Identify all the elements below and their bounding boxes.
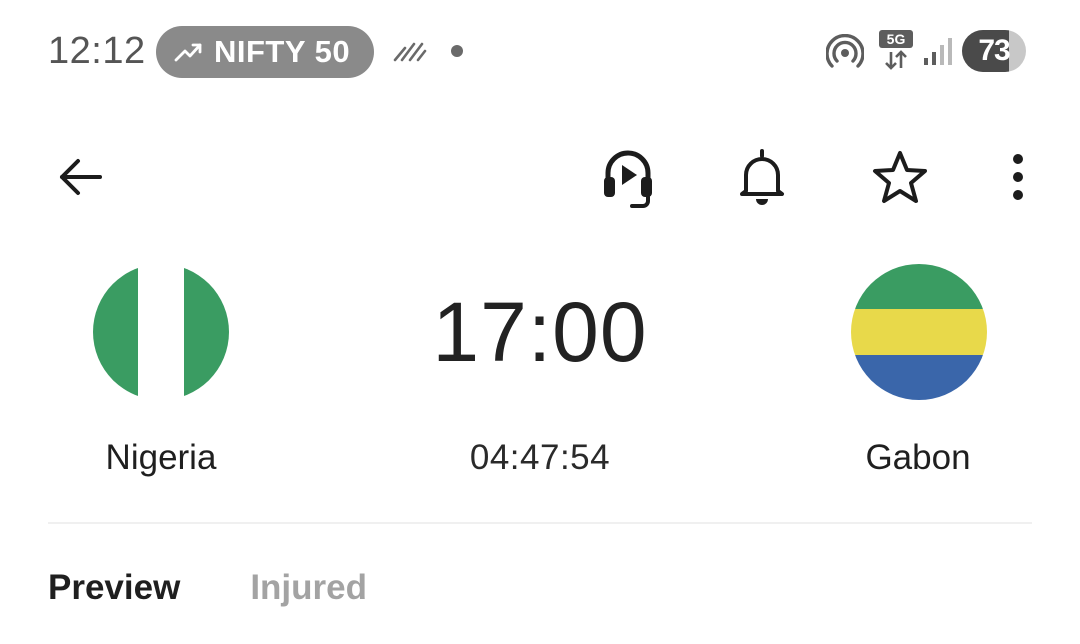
network-label: 5G bbox=[879, 30, 913, 48]
favorite-button[interactable] bbox=[860, 132, 940, 222]
flag-stripe bbox=[138, 264, 184, 400]
trending-up-icon bbox=[174, 43, 202, 62]
battery-indicator: 73 bbox=[962, 30, 1026, 72]
arrow-left-icon bbox=[60, 159, 102, 195]
flag-stripe bbox=[93, 264, 139, 400]
star-icon bbox=[873, 151, 927, 203]
status-bar: 12:12 NIFTY 50 5G 73 bbox=[0, 0, 1080, 104]
hotspot-icon bbox=[826, 34, 864, 68]
tab-preview[interactable]: Preview bbox=[48, 568, 180, 618]
notifications-button[interactable] bbox=[722, 132, 802, 222]
flag-stripe bbox=[851, 309, 987, 355]
headset-icon bbox=[604, 150, 652, 208]
home-team-flag[interactable] bbox=[93, 264, 229, 400]
tab-injured[interactable]: Injured bbox=[250, 568, 367, 618]
live-audio-button[interactable] bbox=[588, 132, 668, 222]
ticker-label: NIFTY 50 bbox=[214, 34, 351, 69]
status-time: 12:12 bbox=[48, 30, 146, 72]
back-button[interactable] bbox=[40, 132, 120, 222]
flag-stripe bbox=[851, 354, 987, 400]
signal-icon bbox=[924, 38, 952, 65]
flag-stripe bbox=[851, 264, 987, 310]
ticker-chip[interactable]: NIFTY 50 bbox=[156, 26, 374, 78]
bell-icon bbox=[740, 149, 784, 205]
more-vertical-icon bbox=[1013, 154, 1023, 200]
data-arrows-icon bbox=[885, 50, 907, 70]
away-team-name[interactable]: Gabon bbox=[798, 438, 1038, 478]
app-bar bbox=[0, 132, 1080, 222]
away-team-flag[interactable] bbox=[851, 264, 987, 400]
home-team-name[interactable]: Nigeria bbox=[41, 438, 281, 478]
data-saver-icon bbox=[393, 42, 427, 62]
more-options-button[interactable] bbox=[978, 132, 1058, 222]
tab-bar: Preview Injured bbox=[48, 568, 437, 618]
divider bbox=[48, 522, 1032, 524]
kickoff-time: 17:00 bbox=[432, 285, 648, 379]
flag-stripe bbox=[183, 264, 229, 400]
countdown-timer: 04:47:54 bbox=[469, 438, 611, 477]
battery-label: 73 bbox=[978, 34, 1010, 67]
notification-dot-icon bbox=[451, 45, 463, 57]
network-5g-icon: 5G bbox=[879, 30, 913, 70]
